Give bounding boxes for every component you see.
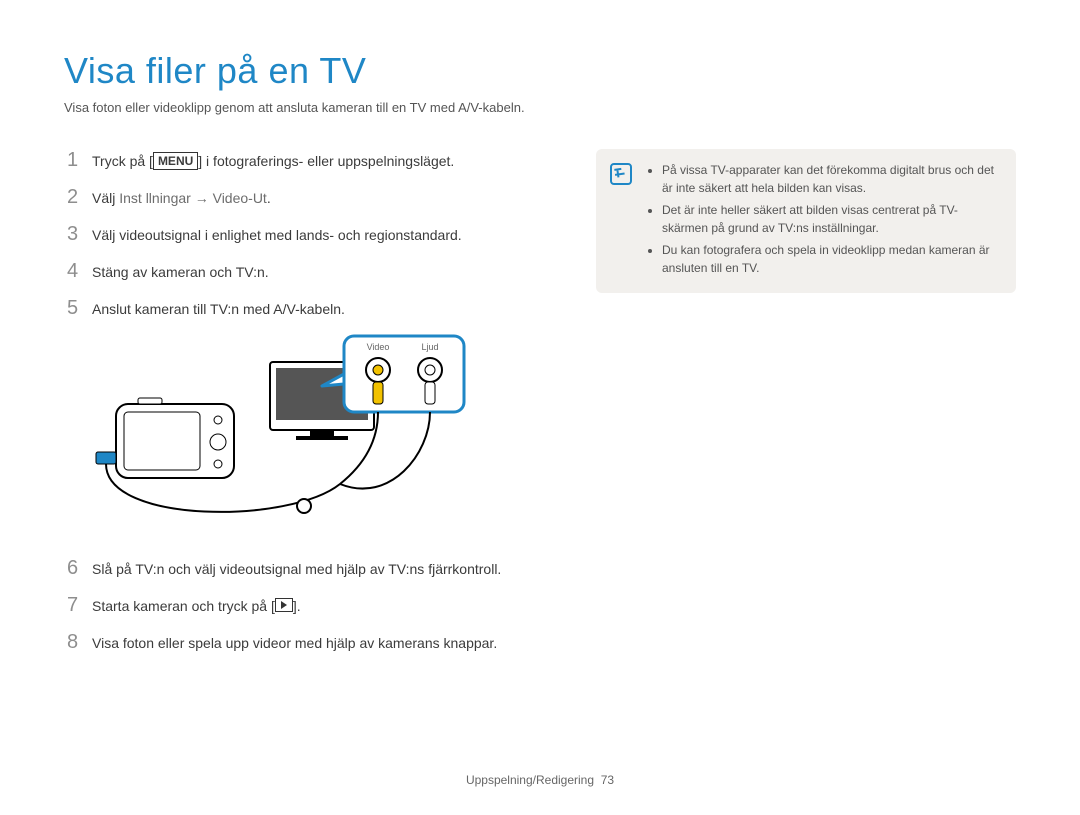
- step-number: 1: [64, 149, 80, 171]
- step-number: 7: [64, 594, 80, 616]
- two-column-layout: 1 Tryck på [MENU] i fotograferings- elle…: [64, 149, 1016, 668]
- menu-path: Inst llningar → Video-Ut: [119, 190, 267, 206]
- step-body: Välj videoutsignal i enlighet med lands-…: [92, 223, 554, 246]
- step-7: 7 Starta kameran och tryck på [].: [64, 594, 554, 617]
- step-body: Tryck på [MENU] i fotograferings- eller …: [92, 149, 554, 172]
- diagram-svg: Video Ljud: [90, 334, 490, 534]
- step-text-pre: Starta kameran och tryck på [: [92, 598, 275, 614]
- step-number: 6: [64, 557, 80, 579]
- step-text-pre: Välj: [92, 190, 119, 206]
- info-note-box: På vissa TV-apparater kan det förekomma …: [596, 149, 1016, 293]
- step-text-pre: Tryck på [: [92, 153, 153, 169]
- page-footer: Uppspelning/Redigering 73: [0, 773, 1080, 787]
- note-item: Det är inte heller säkert att bilden vis…: [662, 201, 1000, 237]
- step-text-post: ] i fotograferings- eller uppspelningslä…: [198, 153, 454, 169]
- page-title: Visa filer på en TV: [64, 50, 1016, 92]
- step-body: Slå på TV:n och välj videoutsignal med h…: [92, 557, 554, 580]
- step-body: Anslut kameran till TV:n med A/V-kabeln.: [92, 297, 554, 320]
- step-text-post: .: [267, 190, 271, 206]
- step-6: 6 Slå på TV:n och välj videoutsignal med…: [64, 557, 554, 580]
- note-item: Du kan fotografera och spela in videokli…: [662, 241, 1000, 277]
- step-1: 1 Tryck på [MENU] i fotograferings- elle…: [64, 149, 554, 172]
- camera-icon: [116, 398, 234, 478]
- step-body: Starta kameran och tryck på [].: [92, 594, 554, 617]
- page-subtitle: Visa foton eller videoklipp genom att an…: [64, 100, 1016, 115]
- step-number: 4: [64, 260, 80, 282]
- footer-section: Uppspelning/Redigering: [466, 773, 594, 787]
- playback-button-token: [275, 598, 293, 612]
- step-number: 5: [64, 297, 80, 319]
- menu-button-token: MENU: [153, 152, 198, 170]
- step-4: 4 Stäng av kameran och TV:n.: [64, 260, 554, 283]
- step-8: 8 Visa foton eller spela upp videor med …: [64, 631, 554, 654]
- step-body: Visa foton eller spela upp videor med hj…: [92, 631, 554, 654]
- right-column: På vissa TV-apparater kan det förekomma …: [596, 149, 1016, 293]
- step-2: 2 Välj Inst llningar → Video-Ut.: [64, 186, 554, 209]
- document-page: Visa filer på en TV Visa foton eller vid…: [0, 0, 1080, 815]
- step-text-post: ].: [293, 598, 301, 614]
- audio-jack-label: Ljud: [421, 342, 438, 352]
- av-connector-callout: Video Ljud: [322, 336, 464, 412]
- step-3: 3 Välj videoutsignal i enlighet med land…: [64, 223, 554, 246]
- left-column: 1 Tryck på [MENU] i fotograferings- elle…: [64, 149, 554, 668]
- note-list: På vissa TV-apparater kan det förekomma …: [648, 161, 1000, 277]
- step-number: 8: [64, 631, 80, 653]
- step-number: 3: [64, 223, 80, 245]
- connection-diagram: Video Ljud: [90, 334, 554, 539]
- footer-page-number: 73: [601, 773, 614, 787]
- step-body: Välj Inst llningar → Video-Ut.: [92, 186, 554, 209]
- note-item: På vissa TV-apparater kan det förekomma …: [662, 161, 1000, 197]
- note-icon: [610, 163, 632, 185]
- video-jack-label: Video: [367, 342, 390, 352]
- step-number: 2: [64, 186, 80, 208]
- step-5: 5 Anslut kameran till TV:n med A/V-kabel…: [64, 297, 554, 320]
- step-body: Stäng av kameran och TV:n.: [92, 260, 554, 283]
